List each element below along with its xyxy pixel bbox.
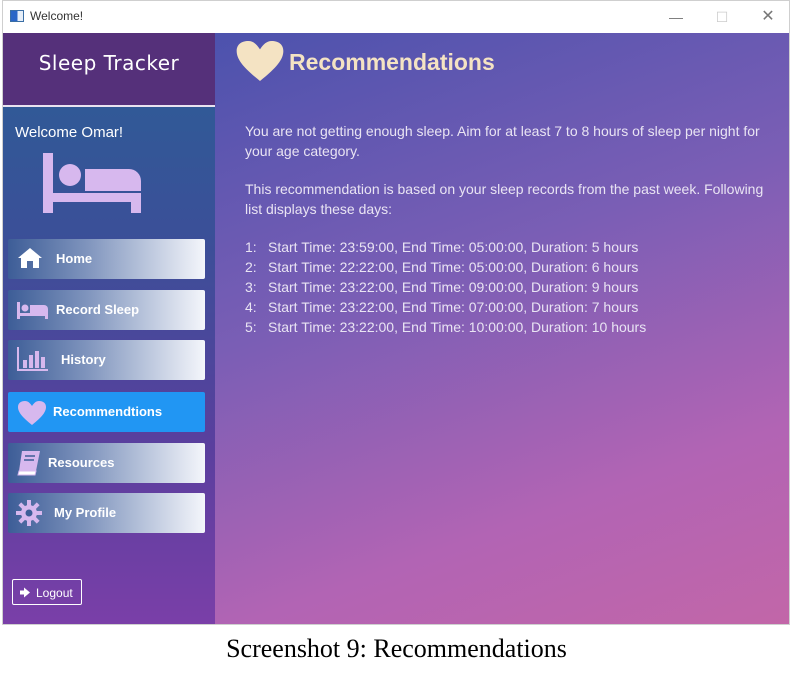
record-number: 4: — [245, 299, 257, 315]
record-number: 1: — [245, 239, 257, 255]
list-item: 2: Start Time: 22:22:00, End Time: 05:00:… — [245, 257, 646, 277]
record-text: Start Time: 23:59:00, End Time: 05:00:00… — [268, 239, 639, 255]
record-number: 3: — [245, 279, 257, 295]
nav-history-label: History — [61, 352, 106, 367]
app-icon — [10, 10, 24, 22]
bed-icon — [17, 302, 48, 319]
welcome-message: Welcome Omar! — [15, 124, 124, 141]
minimize-button[interactable]: — — [661, 6, 691, 28]
app-window: Welcome! — ☐ ✕ Sleep Tracker Welcome Oma… — [2, 0, 790, 625]
logout-button[interactable]: Logout — [12, 579, 82, 605]
record-text: Start Time: 23:22:00, End Time: 10:00:00… — [268, 319, 647, 335]
nav-recommendations-button[interactable]: Recommendtions — [8, 392, 205, 432]
nav-history-button[interactable]: History — [8, 340, 205, 380]
nav-my-profile-button[interactable]: My Profile — [8, 493, 205, 533]
recommendation-text: You are not getting enough sleep. Aim fo… — [245, 123, 760, 159]
maximize-button[interactable]: ☐ — [707, 6, 737, 28]
app-brand-title: Sleep Tracker — [38, 51, 180, 75]
record-text: Start Time: 23:22:00, End Time: 07:00:00… — [268, 299, 639, 315]
heart-icon — [236, 41, 284, 81]
page-title: Recommendations — [289, 49, 495, 75]
heart-icon — [18, 401, 46, 425]
nav-home-button[interactable]: Home — [8, 239, 205, 279]
main-content: Recommendations You are not getting enou… — [215, 33, 789, 624]
nav-resources-button[interactable]: Resources — [8, 443, 205, 483]
logout-label: Logout — [36, 586, 73, 600]
records-intro-text: This recommendation is based on your sle… — [245, 181, 764, 217]
list-item: 3: Start Time: 23:22:00, End Time: 09:00:… — [245, 277, 646, 297]
list-item: 5: Start Time: 23:22:00, End Time: 10:00:… — [245, 317, 646, 337]
nav-record-sleep-button[interactable]: Record Sleep — [8, 290, 205, 330]
logout-icon — [20, 587, 30, 598]
bar-chart-icon — [17, 347, 48, 371]
nav-record-sleep-label: Record Sleep — [56, 302, 140, 317]
bed-icon — [43, 153, 141, 213]
record-text: Start Time: 22:22:00, End Time: 05:00:00… — [268, 259, 639, 275]
book-icon — [17, 451, 40, 476]
sidebar: Sleep Tracker Welcome Omar! Home Record … — [3, 33, 215, 624]
record-number: 2: — [245, 259, 257, 275]
record-number: 5: — [245, 319, 257, 335]
brand-header: Sleep Tracker — [3, 33, 215, 107]
list-item: 1: Start Time: 23:59:00, End Time: 05:00:… — [245, 237, 646, 257]
gear-icon — [16, 500, 42, 526]
home-icon — [18, 248, 42, 268]
close-button[interactable]: ✕ — [753, 6, 783, 28]
list-item: 4: Start Time: 23:22:00, End Time: 07:00:… — [245, 297, 646, 317]
nav-recommendations-label: Recommendtions — [53, 404, 163, 419]
window-title: Welcome! — [30, 9, 84, 23]
title-bar: Welcome! — ☐ ✕ — [3, 1, 789, 33]
sleep-records-list: 1: Start Time: 23:59:00, End Time: 05:00:… — [245, 237, 646, 337]
nav-my-profile-label: My Profile — [54, 505, 117, 520]
figure-caption: Screenshot 9: Recommendations — [226, 634, 567, 663]
nav-home-label: Home — [56, 251, 93, 266]
record-text: Start Time: 23:22:00, End Time: 09:00:00… — [268, 279, 639, 295]
nav-resources-label: Resources — [48, 455, 115, 470]
